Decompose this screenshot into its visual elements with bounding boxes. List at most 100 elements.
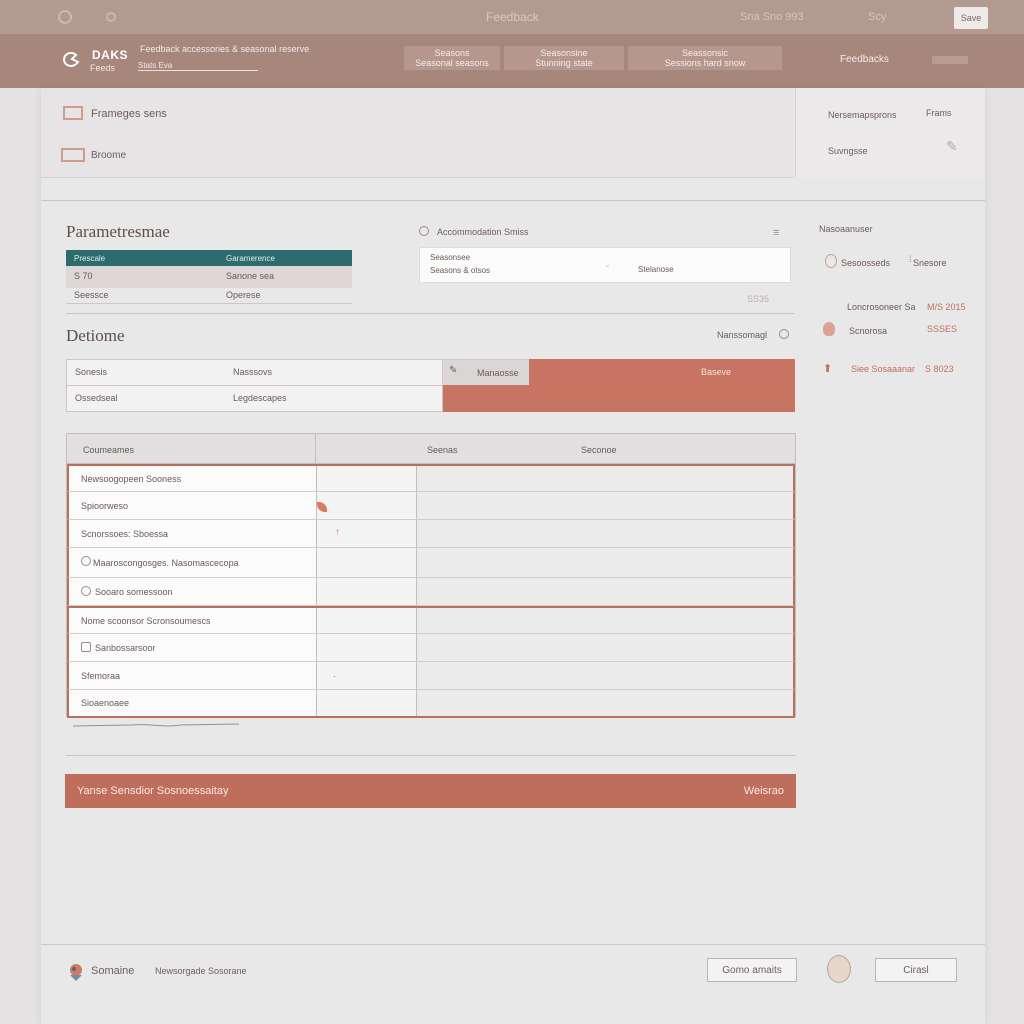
settings-side: Nersemapsprons Frams Suvngsse ✎ [795, 88, 985, 178]
select-line-1: Seasonsee [430, 253, 471, 262]
header-subtitle: Feedback accessories & seasonal reserve [140, 44, 310, 54]
sidebar-item-value: S 8023 [925, 364, 954, 374]
select-label: Accommodation Smiss [437, 227, 529, 237]
col-head-2: Garamerence [226, 253, 275, 263]
dot-icon[interactable] [106, 12, 116, 22]
row-label: Nome scoonsor Scronsoumescs [81, 615, 211, 626]
row-label: Scnorssoes: Sboessa [81, 528, 169, 539]
leaf-icon [317, 502, 327, 512]
details-link[interactable]: Nanssomagl [717, 330, 767, 340]
data-table: Coumeames Seenas Seconoe Newsoogopeen So… [66, 433, 796, 718]
side-link[interactable]: Frams [926, 108, 952, 118]
parameters-title: Parametresmae [66, 222, 170, 241]
secondary-button[interactable]: Gomo amaits [707, 958, 797, 982]
details-accent-cell-2[interactable] [443, 385, 795, 412]
header-tab-3[interactable]: Seassonsic Sessions hard snow [628, 46, 782, 70]
info-icon [419, 226, 429, 236]
col-head-1: Prescale [74, 253, 106, 263]
details-fields: Sonesis Nasssovs Ossedseal Legdescapes [66, 359, 443, 412]
sidebar-item-value: M/S 2015 [927, 302, 966, 312]
field-2-label: Ossedseal [75, 393, 118, 403]
table-row[interactable]: Sooaro somessoon [67, 578, 795, 606]
table-row[interactable]: Nome scoonsor Scronsoumescs [67, 606, 795, 634]
section-divider [66, 755, 796, 756]
logo-icon [62, 51, 80, 67]
field-2-value[interactable]: Legdescapes [233, 393, 287, 403]
header-tab-2[interactable]: Seasonsine Stunning state [504, 46, 624, 70]
table-row[interactable]: Sanbossarsoor [67, 634, 795, 662]
avatar[interactable] [827, 955, 851, 983]
select-line-2: Seasons & otsos [430, 266, 491, 275]
folder-icon [61, 148, 85, 162]
sidebar-title: Nasoaanuser [819, 224, 873, 234]
details-title: Detiome [66, 326, 125, 345]
col-header[interactable]: Seconoe [581, 445, 617, 455]
save-button[interactable]: Save [954, 7, 988, 29]
row-label: Spioorweso [81, 500, 129, 511]
table-row[interactable]: Newsoogopeen Sooness [67, 464, 795, 492]
table-row[interactable]: Scnorssoes: Sboessa ↑ [67, 520, 795, 548]
sidebar-item-label[interactable]: Loncrosoneer Sa [847, 302, 916, 312]
table-row[interactable]: Maaroscongosges. Nasomascecopa [67, 548, 795, 578]
param-cell: S 70 [74, 271, 93, 281]
details-accent-cell[interactable]: Baseve [529, 359, 795, 385]
parameters-row[interactable]: Seessce Operese [66, 288, 352, 304]
scroll-indicator[interactable] [71, 720, 241, 730]
header-feedback-link[interactable]: Feedbacks [840, 54, 889, 65]
header-tab-1-sub: Seasonal seasons [415, 58, 489, 68]
dot-icon: · [333, 672, 336, 681]
settings-row-2[interactable]: Broome [91, 150, 126, 161]
parameters-row[interactable]: S 70 Sanone sea [66, 266, 352, 288]
banner-action[interactable]: Weisrao [744, 785, 784, 797]
pen-icon[interactable]: ✎ [946, 138, 958, 155]
topbar-status: Sna Sno 993 [740, 11, 804, 23]
window-title: Feedback [486, 10, 539, 24]
mid-label: Manaosse [477, 368, 519, 378]
sidebar-item-label[interactable]: Sesoosseds [841, 258, 890, 268]
col-header[interactable]: Seenas [427, 445, 458, 455]
logo-subtitle: Feeds [90, 63, 116, 73]
row-label: Sioaenoaee [81, 698, 130, 708]
details-mid-cell[interactable]: ✎ Manaosse [443, 359, 529, 385]
info-icon [779, 329, 789, 339]
table-row[interactable]: Sfemoraa · [67, 662, 795, 690]
accent-label: Baseve [701, 367, 732, 377]
notification-banner[interactable]: Yanse Sensdior Sosnoessaitay Weisrao [65, 774, 796, 808]
sidebar-item-label[interactable]: Scnorosa [849, 326, 887, 336]
field-1-label: Sonesis [75, 367, 108, 377]
footer: Somaine Newsorgade Sosorane Gomo amaits … [41, 944, 985, 1024]
chevron-down-icon[interactable]: ⌄ [604, 260, 611, 269]
col-header[interactable]: Coumeames [83, 445, 134, 455]
sidebar-item-value: Snesore [913, 258, 947, 268]
edit-icon[interactable]: ✎ [449, 365, 457, 376]
arrow-icon: ⬆ [823, 363, 833, 375]
field-1-value[interactable]: Nasssovs [233, 367, 272, 377]
accommodation-select[interactable]: Seasonsee Seasons & otsos ⌄ Stelanose [419, 247, 791, 283]
table-row[interactable]: Spioorweso [67, 492, 795, 520]
menu-icon[interactable]: ≡ [773, 227, 779, 239]
footer-brand: Somaine [91, 965, 135, 977]
main-panel: Frameges sens Broome Nersemapsprons Fram… [41, 88, 985, 1024]
row-label: Sfemoraa [81, 670, 121, 681]
param-cell: Operese [226, 290, 261, 300]
circle-icon[interactable] [58, 10, 72, 24]
table-row[interactable]: Sioaenoaee [67, 690, 795, 718]
user-icon [825, 254, 837, 268]
side-label: Nersemapsprons [828, 110, 897, 120]
sidebar-item-label[interactable]: Siee Sosaaanar [851, 364, 915, 374]
parameters-table: Prescale Garamerence S 70 Sanone sea See… [66, 250, 352, 304]
header-link[interactable]: Stats Eva [138, 61, 258, 71]
settings-row-1[interactable]: Frameges sens [91, 108, 167, 120]
bird-icon [70, 964, 82, 981]
primary-button[interactable]: Cirasl [875, 958, 957, 982]
window-titlebar: Feedback Sna Sno 993 Scy Save [0, 0, 1024, 34]
header-tab-1[interactable]: Seasons Seasonal seasons [404, 46, 500, 70]
settings-section: Frameges sens Broome [41, 88, 793, 178]
circle-icon [81, 556, 91, 566]
side-value: SS35 [747, 294, 770, 304]
header-placeholder [932, 56, 968, 64]
circle-icon [81, 586, 91, 596]
app-header: DAKS Feeds Feedback accessories & season… [0, 34, 1024, 88]
dot-icon: ⁞ [909, 254, 912, 264]
row-label: Sanbossarsoor [95, 642, 156, 653]
